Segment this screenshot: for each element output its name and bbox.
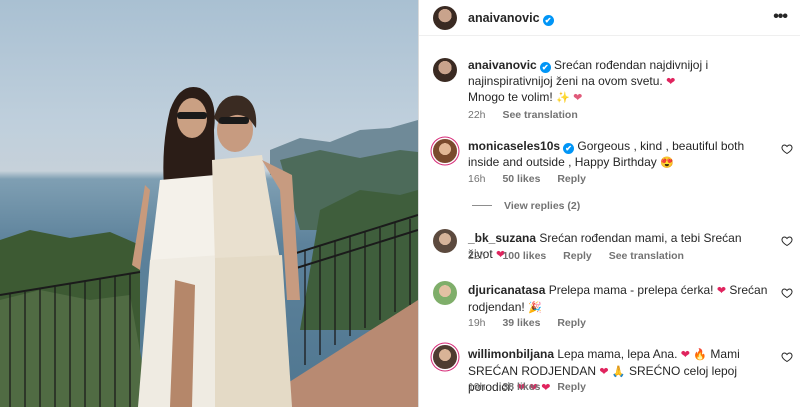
folded-hands-emoji: 🙏 [611, 365, 626, 378]
fire-emoji: 🔥 [693, 349, 708, 361]
comment-meta: 16h 50 likes Reply [468, 173, 600, 185]
caption-text-block: anaivanovic ✔ Srećan rođendan najdivnijoj… [468, 58, 773, 107]
author-avatar[interactable] [433, 6, 457, 30]
comment-meta: 19h 39 likes Reply [468, 317, 600, 329]
comment-avatar[interactable] [433, 281, 457, 305]
verified-icon: ✔ [542, 15, 554, 26]
comment-text-block: monicaseles10s ✔ Gorgeous , kind , beauti… [468, 139, 768, 171]
caption-line2: Mnogo te volim! [468, 90, 553, 104]
author-username[interactable]: anaivanovic ✔ [468, 11, 554, 26]
comment-text: Lepa mama, lepa Ana. [557, 347, 678, 361]
comment-likes[interactable]: 50 likes [502, 173, 540, 185]
reply-button[interactable]: Reply [557, 317, 586, 329]
comment-avatar[interactable] [433, 345, 457, 369]
comment-likes[interactable]: 39 likes [502, 317, 540, 329]
view-replies-button[interactable]: View replies (2) [472, 200, 580, 212]
comment-username[interactable]: willimonbiljana [468, 347, 554, 361]
party-emoji: 🎉 [528, 301, 542, 314]
comment-likes[interactable]: 100 likes [502, 250, 546, 262]
like-heart-icon[interactable] [781, 351, 793, 363]
comments-panel: anaivanovic ✔ ••• anaivanovic ✔ Srećan rođ… [418, 0, 800, 407]
comment-username[interactable]: monicaseles10s [468, 139, 560, 153]
header-username[interactable]: anaivanovic [468, 11, 540, 25]
comment-text: Prelepa mama - prelepa ćerka! [548, 283, 714, 297]
like-heart-icon[interactable] [781, 287, 793, 299]
reply-button[interactable]: Reply [557, 381, 586, 393]
reply-button[interactable]: Reply [563, 250, 592, 262]
sparkles-emoji: ✨ [556, 92, 570, 104]
comment-time: 22h [468, 250, 486, 262]
see-translation-link[interactable]: See translation [502, 109, 577, 121]
photo-scene [0, 86, 418, 407]
caption-meta: 22h See translation [468, 109, 592, 121]
comment-time: 19h [468, 317, 486, 329]
comment-avatar[interactable] [433, 139, 457, 163]
verified-icon: ✔ [539, 62, 551, 73]
comment-avatar[interactable] [433, 229, 457, 253]
verified-icon: ✔ [563, 143, 575, 154]
comment-time: 19h [468, 381, 486, 393]
caption-time: 22h [468, 109, 486, 121]
replies-divider [472, 205, 492, 206]
comment-username[interactable]: _bk_suzana [468, 231, 536, 245]
reply-button[interactable]: Reply [557, 173, 586, 185]
post-header: anaivanovic ✔ ••• [419, 0, 800, 36]
post-photo[interactable] [0, 0, 418, 407]
heart-emoji: ❤ [716, 285, 727, 297]
comment-username[interactable]: djuricanatasa [468, 283, 545, 297]
comment-time: 16h [468, 173, 486, 185]
heart-emoji: ❤ [680, 349, 691, 361]
view-replies-label: View replies (2) [504, 200, 581, 212]
see-translation-link[interactable]: See translation [609, 250, 684, 262]
caption-username[interactable]: anaivanovic [468, 58, 537, 72]
like-heart-icon[interactable] [781, 143, 793, 155]
comment-meta: 22h 100 likes Reply See translation [468, 250, 698, 262]
heart-emoji: ❤ [666, 75, 676, 88]
comment-likes[interactable]: 38 likes [502, 381, 540, 393]
heart-eyes-emoji: 😍 [660, 156, 674, 169]
comment-meta: 19h 38 likes Reply [468, 381, 600, 393]
like-heart-icon[interactable] [781, 235, 793, 247]
comment-text-block: djuricanatasa Prelepa mama - prelepa ćer… [468, 283, 768, 316]
heart-emoji: ❤ [599, 365, 609, 378]
more-options-icon[interactable]: ••• [773, 8, 788, 26]
caption-avatar[interactable] [433, 58, 457, 82]
hug-emoji: ❤ [573, 92, 583, 104]
